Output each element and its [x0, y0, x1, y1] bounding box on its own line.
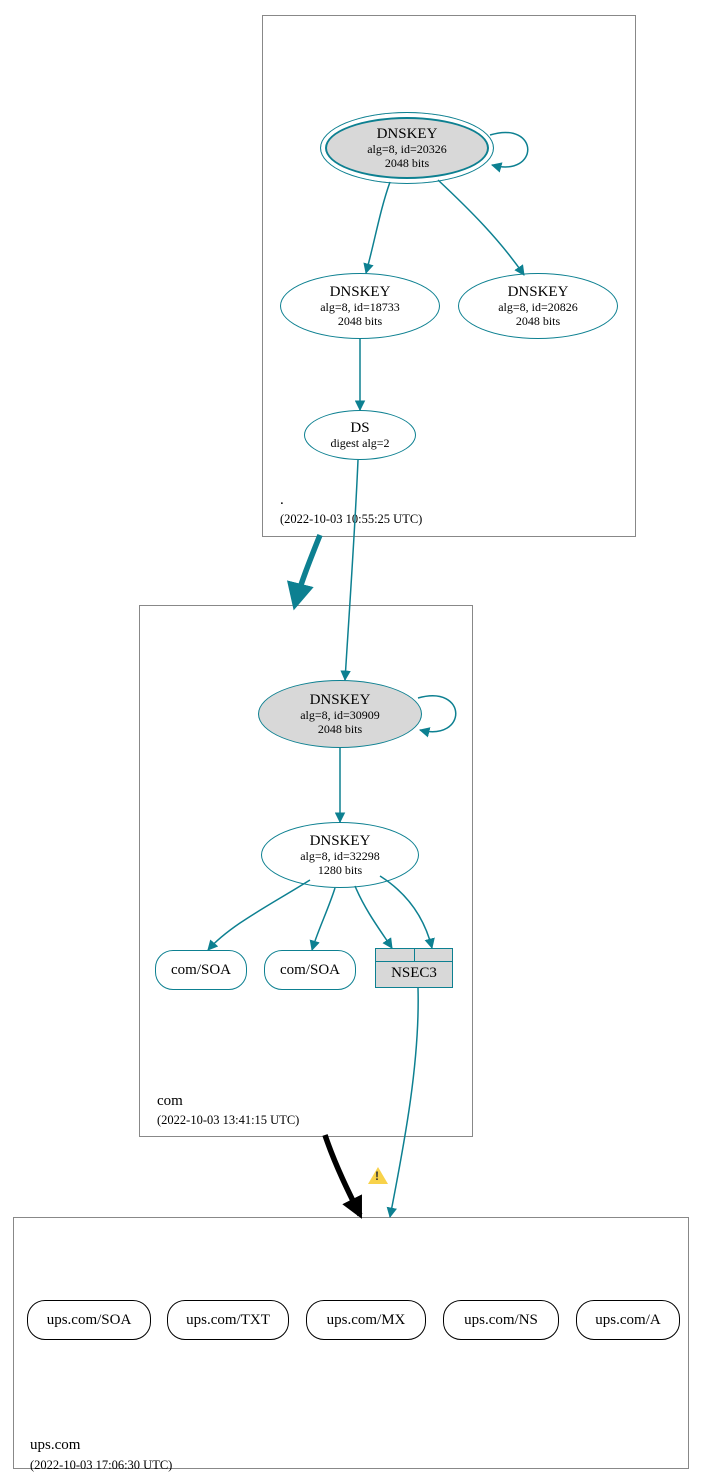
zone-root-timestamp: (2022-10-03 10:55:25 UTC)	[280, 512, 422, 527]
root-ds-title: DS	[350, 420, 369, 437]
root-zsk-alg: alg=8, id=18733	[320, 301, 400, 315]
root-zsk-bits: 2048 bits	[338, 315, 382, 329]
ups-soa-label: ups.com/SOA	[47, 1312, 132, 1329]
com-zsk-alg: alg=8, id=32298	[300, 850, 380, 864]
ups-ns-node: ups.com/NS	[443, 1300, 559, 1340]
ups-txt-label: ups.com/TXT	[186, 1312, 270, 1329]
zone-root	[262, 15, 636, 537]
ups-ns-label: ups.com/NS	[464, 1312, 538, 1329]
zone-ups-timestamp: (2022-10-03 17:06:30 UTC)	[30, 1458, 172, 1473]
root-k2-node: DNSKEY alg=8, id=20826 2048 bits	[458, 273, 618, 339]
root-zsk-title: DNSKEY	[330, 284, 391, 301]
zone-ups-label: ups.com	[30, 1437, 80, 1454]
com-nsec3-label: NSEC3	[376, 965, 452, 982]
zone-com-timestamp: (2022-10-03 13:41:15 UTC)	[157, 1113, 299, 1128]
ups-mx-node: ups.com/MX	[306, 1300, 426, 1340]
warning-icon	[368, 1167, 388, 1184]
ups-a-label: ups.com/A	[595, 1312, 660, 1329]
root-ds-alg: digest alg=2	[330, 437, 389, 451]
zone-ups	[13, 1217, 689, 1469]
zone-root-label: .	[280, 492, 284, 509]
root-k2-bits: 2048 bits	[516, 315, 560, 329]
root-ksk-node: DNSKEY alg=8, id=20326 2048 bits	[320, 112, 494, 184]
zone-com-label: com	[157, 1093, 183, 1110]
root-k2-title: DNSKEY	[508, 284, 569, 301]
com-soa2-label: com/SOA	[280, 962, 340, 979]
root-zsk-node: DNSKEY alg=8, id=18733 2048 bits	[280, 273, 440, 339]
ups-txt-node: ups.com/TXT	[167, 1300, 289, 1340]
com-zsk-node: DNSKEY alg=8, id=32298 1280 bits	[261, 822, 419, 888]
com-soa2-node: com/SOA	[264, 950, 356, 990]
com-ksk-bits: 2048 bits	[318, 723, 362, 737]
com-soa1-node: com/SOA	[155, 950, 247, 990]
com-zsk-bits: 1280 bits	[318, 864, 362, 878]
root-ksk-bits: 2048 bits	[385, 157, 429, 171]
root-ds-node: DS digest alg=2	[304, 410, 416, 460]
root-ksk-alg: alg=8, id=20326	[367, 143, 447, 157]
com-soa1-label: com/SOA	[171, 962, 231, 979]
ups-mx-label: ups.com/MX	[327, 1312, 406, 1329]
root-ksk-title: DNSKEY	[377, 126, 438, 143]
com-ksk-node: DNSKEY alg=8, id=30909 2048 bits	[258, 680, 422, 748]
com-nsec3-node: NSEC3	[375, 948, 453, 988]
com-zsk-title: DNSKEY	[310, 833, 371, 850]
ups-soa-node: ups.com/SOA	[27, 1300, 151, 1340]
com-ksk-title: DNSKEY	[310, 692, 371, 709]
root-k2-alg: alg=8, id=20826	[498, 301, 578, 315]
com-ksk-alg: alg=8, id=30909	[300, 709, 380, 723]
ups-a-node: ups.com/A	[576, 1300, 680, 1340]
